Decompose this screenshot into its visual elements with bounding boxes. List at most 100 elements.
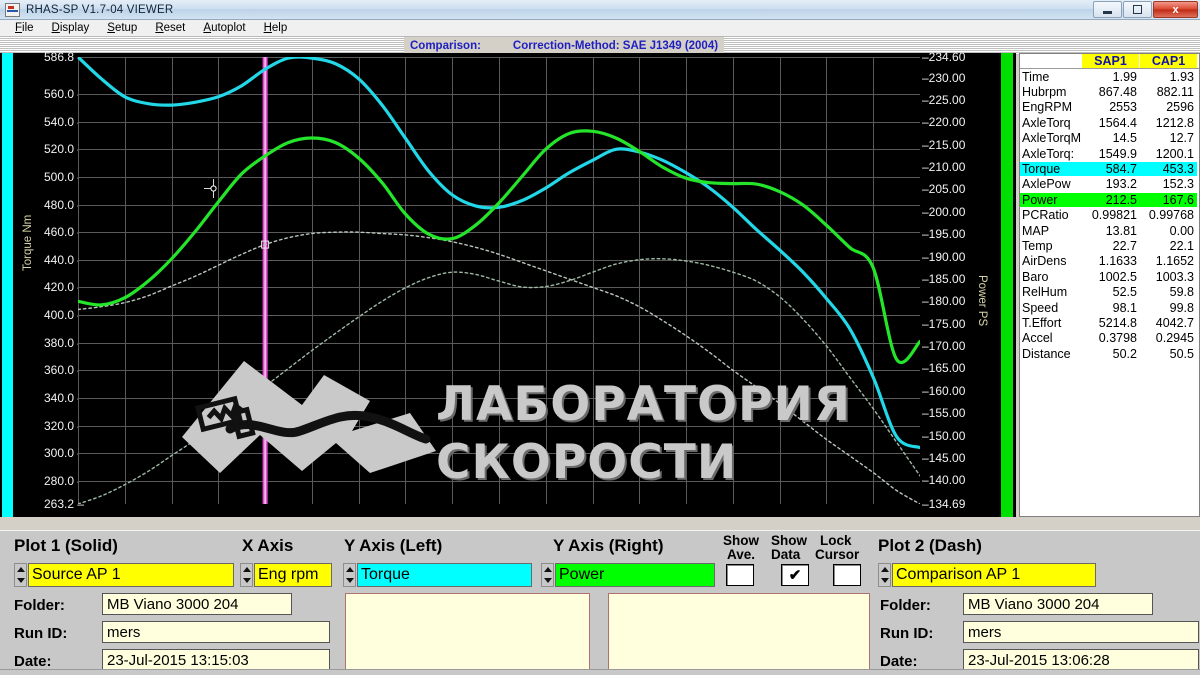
data-row-map: MAP 13.81 0.00 xyxy=(1020,223,1199,238)
y-left-tick: 460.0 xyxy=(43,225,74,240)
show-data-header-line1: Show xyxy=(771,533,807,548)
menu-item-display[interactable]: Display xyxy=(43,21,99,35)
spinner-up-icon[interactable] xyxy=(543,567,552,572)
data-row-key: AirDens xyxy=(1022,254,1067,269)
y-right-tick: –145.00 xyxy=(922,450,966,465)
data-row-cap1: 453.3 xyxy=(1140,162,1197,177)
xaxis-header: X Axis xyxy=(242,536,294,555)
app-window: RHAS-SP V1.7-04 VIEWER x File Display Se… xyxy=(0,0,1200,675)
data-row-pcratio: PCRatio 0.99821 0.99768 xyxy=(1020,208,1199,223)
plot2-notes-box[interactable] xyxy=(608,593,870,673)
data-row-axlepow: AxlePow 193.2 152.3 xyxy=(1020,177,1199,192)
y-right-tick: –155.00 xyxy=(922,406,966,421)
show-data-checkbox[interactable]: ✔ xyxy=(781,564,809,586)
menu-item-reset[interactable]: Reset xyxy=(146,21,194,35)
data-row-sap1: 1564.4 xyxy=(1098,115,1137,130)
minimize-button[interactable] xyxy=(1093,1,1122,18)
graph-area[interactable]: Torque Nm Power PS 586.8–560.0–540.0–520… xyxy=(0,50,1016,583)
menu-item-setup[interactable]: Setup xyxy=(98,21,146,35)
y-right-tick: –190.00 xyxy=(922,249,966,264)
plot1-runid-field[interactable]: mers xyxy=(102,621,330,643)
yleft-select[interactable]: Torque xyxy=(357,563,532,587)
plot1-folder-label: Folder: xyxy=(14,597,65,614)
data-row-sap1: 193.2 xyxy=(1105,177,1137,192)
maximize-button[interactable] xyxy=(1123,1,1152,18)
spinner-down-icon[interactable] xyxy=(16,578,25,583)
data-row-key: Hubrpm xyxy=(1022,85,1067,100)
plot2-source-select[interactable]: Comparison AP 1 xyxy=(892,563,1096,587)
y-left-tick: 420.0 xyxy=(43,280,74,295)
y-axis-left-label: Torque Nm xyxy=(22,214,34,271)
data-row-key: AxlePow xyxy=(1022,177,1071,192)
data-row-airdens: AirDens 1.1633 1.1652 xyxy=(1020,254,1199,269)
xaxis-select[interactable]: Eng rpm xyxy=(254,563,332,587)
data-row-t-effort: T.Effort 5214.8 4042.7 xyxy=(1020,315,1199,330)
data-row-sap1: 867.48 xyxy=(1098,85,1137,100)
xaxis-spinner[interactable] xyxy=(240,563,253,587)
mouse-crosshair-cursor xyxy=(204,179,223,198)
data-row-key: RelHum xyxy=(1022,285,1068,300)
data-row-sap1: 1549.9 xyxy=(1098,146,1137,161)
app-icon xyxy=(5,2,20,17)
y-left-tick: 340.0 xyxy=(43,390,74,405)
plot-canvas[interactable]: ЛАБОРАТОРИЯ СКОРОСТИ xyxy=(78,57,920,504)
data-row-temp: Temp 22.7 22.1 xyxy=(1020,238,1199,253)
show-ave-header-line1: Show xyxy=(723,533,759,548)
yright-spinner[interactable] xyxy=(541,563,554,587)
data-row-torque: Torque 584.7 453.3 xyxy=(1020,161,1199,177)
spinner-down-icon[interactable] xyxy=(345,578,354,583)
plot2-folder-field[interactable]: MB Viano 3000 204 xyxy=(963,593,1153,615)
yright-header: Y Axis (Right) xyxy=(553,536,664,555)
plot2-runid-field[interactable]: mers xyxy=(963,621,1199,643)
spinner-up-icon[interactable] xyxy=(345,567,354,572)
data-row-sap1: 584.7 xyxy=(1083,162,1140,177)
data-row-sap1: 22.7 xyxy=(1112,238,1137,253)
lock-cursor-checkbox[interactable] xyxy=(833,564,861,586)
data-row-sap1: 52.5 xyxy=(1112,285,1137,300)
y-left-tick: 263.2 xyxy=(43,497,74,511)
data-row-sap1: 0.3798 xyxy=(1098,331,1137,346)
plot2-date-field[interactable]: 23-Jul-2015 13:06:28 xyxy=(963,649,1199,671)
lock-cursor-header-line1: Lock xyxy=(820,533,852,548)
y-right-tick: –195.00 xyxy=(922,227,966,242)
plot2-folder-label: Folder: xyxy=(880,597,931,614)
spinner-up-icon[interactable] xyxy=(16,567,25,572)
data-row-cap1: 1003.3 xyxy=(1155,269,1194,284)
data-row-cap1: 1212.8 xyxy=(1155,115,1194,130)
spinner-down-icon[interactable] xyxy=(880,578,889,583)
plot1-source-select[interactable]: Source AP 1 xyxy=(28,563,234,587)
data-row-cap1: 0.2945 xyxy=(1155,331,1194,346)
data-row-cap1: 167.6 xyxy=(1140,192,1197,207)
y-left-tick: 520.0 xyxy=(43,142,74,157)
show-ave-checkbox[interactable] xyxy=(726,564,754,586)
close-button[interactable]: x xyxy=(1153,1,1198,18)
menu-item-autoplot[interactable]: Autoplot xyxy=(194,21,254,35)
plot1-date-field[interactable]: 23-Jul-2015 13:15:03 xyxy=(102,649,330,671)
data-row-key: Speed xyxy=(1022,300,1059,315)
lock-cursor-header-line2: Cursor xyxy=(815,547,860,562)
yright-select[interactable]: Power xyxy=(555,563,715,587)
minimize-icon xyxy=(1103,10,1112,14)
data-row-cap1: 4042.7 xyxy=(1155,315,1194,330)
data-row-sap1: 1.1633 xyxy=(1098,254,1137,269)
y-left-tick: 586.8 xyxy=(43,50,74,64)
plot2-spinner[interactable] xyxy=(878,563,891,587)
plot1-notes-box[interactable] xyxy=(345,593,590,673)
menu-item-help[interactable]: Help xyxy=(255,21,297,35)
y-left-tick: 280.0 xyxy=(43,473,74,488)
spinner-up-icon[interactable] xyxy=(880,567,889,572)
spinner-down-icon[interactable] xyxy=(242,578,251,583)
data-row-axletorqm: AxleTorqM 14.5 12.7 xyxy=(1020,131,1199,146)
status-bar xyxy=(0,669,1200,675)
menu-item-file[interactable]: File xyxy=(6,21,43,35)
y-right-tick: –150.00 xyxy=(922,428,966,443)
data-row-cap1: 1.93 xyxy=(1169,69,1194,84)
spinner-down-icon[interactable] xyxy=(543,578,552,583)
plot1-spinner[interactable] xyxy=(14,563,27,587)
y-right-tick: –200.00 xyxy=(922,204,966,219)
plot1-folder-field[interactable]: MB Viano 3000 204 xyxy=(102,593,292,615)
data-row-key: Time xyxy=(1022,69,1050,84)
spinner-up-icon[interactable] xyxy=(242,567,251,572)
yleft-spinner[interactable] xyxy=(343,563,356,587)
data-row-sap1: 1.99 xyxy=(1112,69,1137,84)
